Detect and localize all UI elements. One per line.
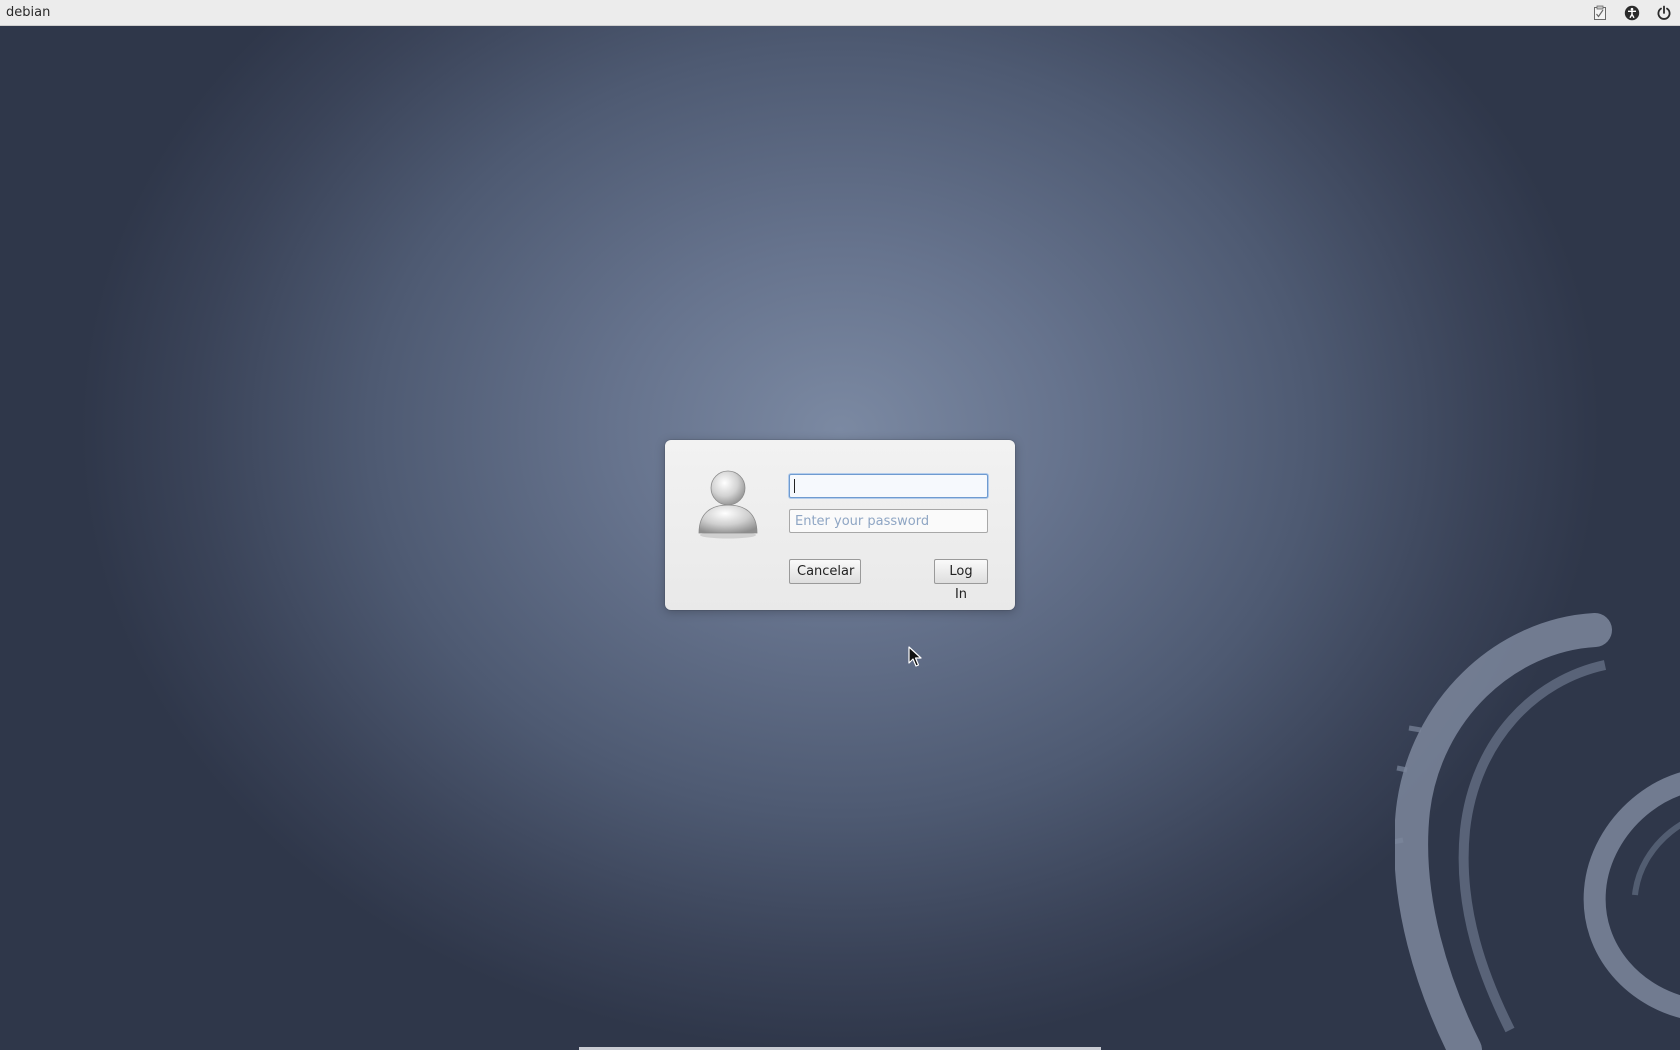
username-input[interactable] [789,474,988,498]
accessibility-icon[interactable] [1622,3,1642,23]
login-button[interactable]: Log In [934,559,988,602]
login-dialog: Cancelar Log In [665,440,1015,610]
password-input[interactable] [789,509,988,533]
system-tray [1578,3,1674,23]
user-avatar-icon [698,470,758,539]
text-caret [794,479,795,493]
top-panel: debian [0,0,1680,26]
debian-swirl-logo [1395,613,1680,1050]
mouse-pointer-icon [908,646,922,667]
desktop-background: debian Cancelar Log In [0,0,1680,1050]
hostname-label: debian [6,5,51,20]
cancel-button[interactable]: Cancelar [789,559,861,584]
keyboard-layout-icon[interactable] [1590,3,1610,23]
power-icon[interactable] [1654,3,1674,23]
